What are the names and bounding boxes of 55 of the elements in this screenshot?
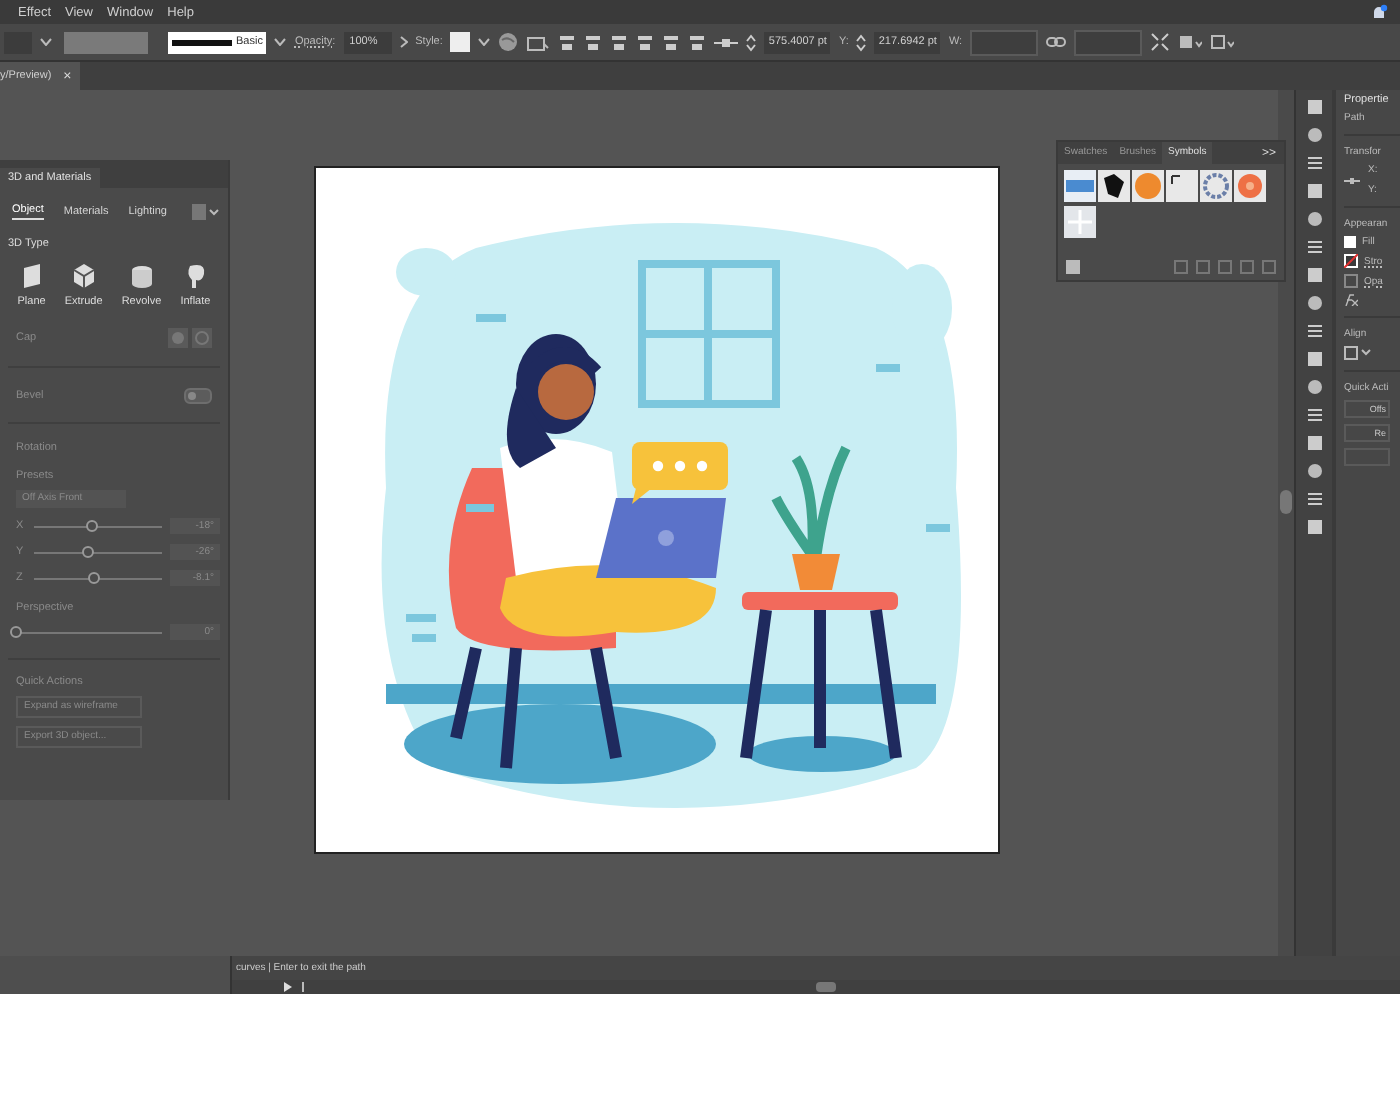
style-swatch[interactable]	[450, 32, 471, 52]
align-icon[interactable]	[636, 33, 655, 51]
align-icon[interactable]	[610, 33, 629, 51]
symbol-thumbnail[interactable]	[1166, 170, 1198, 202]
panel-icon[interactable]	[1305, 490, 1323, 508]
crop-icon[interactable]	[1150, 32, 1171, 52]
line-icon	[172, 39, 232, 45]
scrollbar[interactable]	[1278, 90, 1294, 956]
slider-thumb[interactable]	[10, 626, 22, 638]
slider-thumb[interactable]	[81, 546, 94, 558]
stroke-weight-field[interactable]	[64, 31, 148, 53]
panel-icon[interactable]	[1305, 518, 1323, 536]
panel-icon[interactable]	[1305, 154, 1323, 172]
symbol-thumbnail[interactable]	[1098, 170, 1130, 202]
caret-icon[interactable]	[478, 38, 491, 46]
caret-icon[interactable]	[40, 38, 52, 46]
revolve-icon	[127, 262, 156, 290]
align-icon[interactable]	[1344, 346, 1372, 360]
scrollbar-thumb[interactable]	[1280, 490, 1292, 514]
bevel-toggle[interactable]	[184, 388, 212, 404]
panel-icon[interactable]	[1305, 406, 1323, 424]
spinner-icon[interactable]	[746, 33, 757, 51]
link-icon[interactable]	[1046, 36, 1067, 48]
arrange-icon[interactable]	[1178, 33, 1203, 51]
fx-icon[interactable]	[1344, 294, 1358, 306]
align-icon[interactable]	[558, 33, 577, 51]
slider-thumb[interactable]	[88, 572, 101, 584]
panel-icon[interactable]	[1305, 322, 1323, 340]
symbol-thumbnail[interactable]	[1234, 170, 1266, 202]
reference-point-icon[interactable]	[1344, 175, 1360, 185]
align-icon[interactable]	[688, 33, 707, 51]
extrude-icon	[69, 262, 98, 290]
opacity-icon[interactable]	[1344, 274, 1358, 288]
chevron-icon[interactable]	[399, 36, 408, 48]
scrollbar-thumb[interactable]	[816, 982, 836, 992]
globe-icon[interactable]	[498, 32, 519, 52]
symbol-thumbnail[interactable]	[1200, 170, 1232, 202]
panel-icon[interactable]	[1305, 238, 1323, 256]
caret-icon[interactable]	[274, 38, 287, 46]
width-field[interactable]	[970, 29, 1039, 55]
no-stroke-swatch[interactable]	[1344, 254, 1358, 268]
spinner-icon[interactable]	[856, 33, 867, 51]
symbol-thumbnail[interactable]	[1064, 170, 1096, 202]
library-icon[interactable]	[1066, 260, 1082, 274]
height-field[interactable]	[1074, 29, 1143, 55]
fill-swatch[interactable]	[1344, 236, 1356, 248]
align-icon[interactable]	[584, 33, 603, 51]
bell-icon[interactable]	[1370, 3, 1388, 21]
align-icon[interactable]	[662, 33, 681, 51]
frame-icon[interactable]	[526, 33, 551, 51]
reference-point-icon[interactable]	[714, 33, 739, 51]
slider-thumb[interactable]	[85, 520, 98, 532]
symbol-thumbnail[interactable]	[1132, 170, 1164, 202]
render-icon[interactable]	[192, 204, 220, 220]
play-icon[interactable]	[284, 982, 292, 992]
